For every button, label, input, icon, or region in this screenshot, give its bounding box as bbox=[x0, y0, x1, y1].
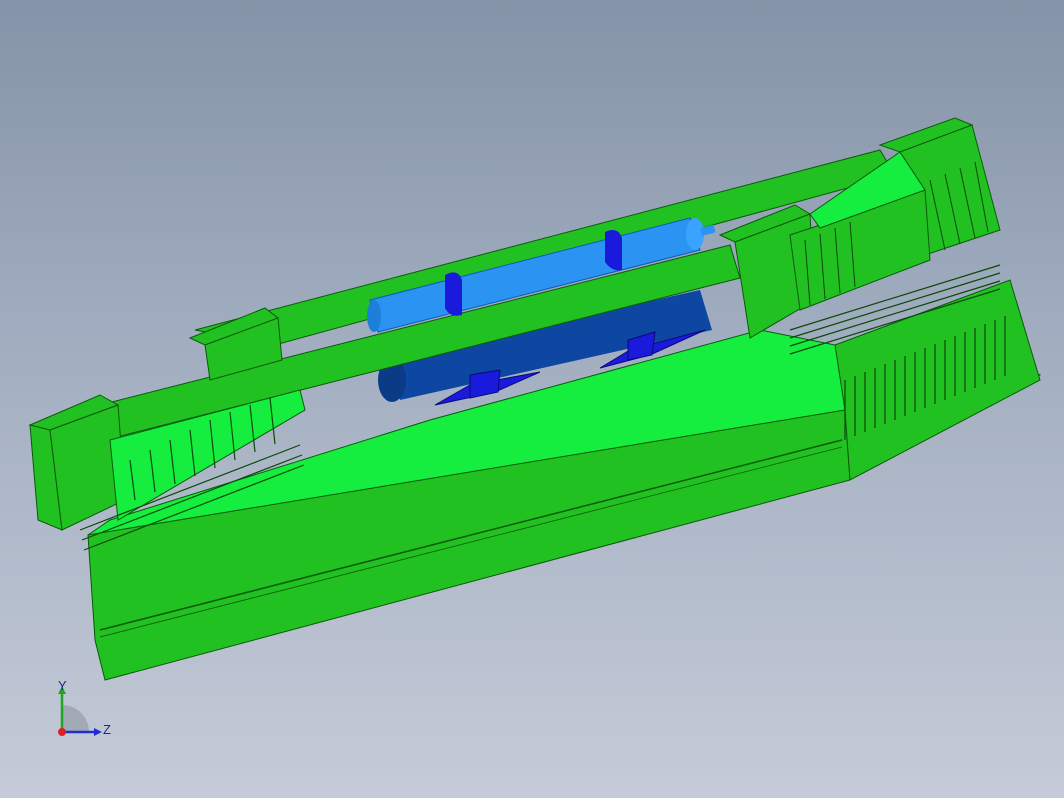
z-axis-label: Z bbox=[103, 722, 111, 737]
axis-triad: Y Z bbox=[40, 670, 130, 760]
cad-model[interactable] bbox=[0, 0, 1064, 798]
y-axis-label: Y bbox=[58, 678, 67, 693]
base-right-face bbox=[834, 279, 1041, 481]
triad-graphic bbox=[58, 686, 102, 736]
3d-viewport[interactable]: Y Z bbox=[0, 0, 1064, 798]
